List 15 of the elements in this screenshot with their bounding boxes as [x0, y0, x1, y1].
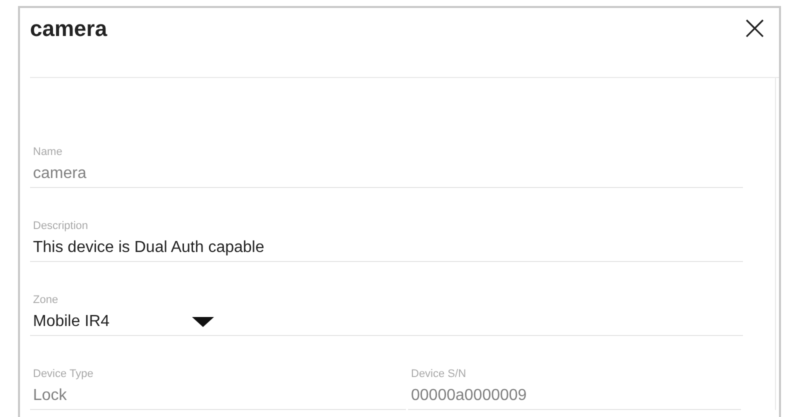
- field-label: Zone: [33, 294, 58, 306]
- zone-dropdown[interactable]: Zone Mobile IR4: [30, 287, 743, 336]
- field-value: Lock: [33, 387, 67, 405]
- field-label: Description: [33, 220, 88, 232]
- input-field[interactable]: Description This device is Dual Auth capable: [30, 213, 743, 262]
- dialog-title: camera: [30, 16, 108, 42]
- field-value: This device is Dual Auth capable: [33, 239, 264, 257]
- field-value: 00000a0000009: [411, 387, 527, 405]
- field-value: Mobile IR4: [33, 313, 110, 331]
- field-value: camera: [33, 165, 86, 183]
- field-label: Device Type: [33, 368, 94, 380]
- caret-icon[interactable]: [192, 317, 214, 327]
- field-label: Device S/N: [411, 368, 466, 380]
- close-button[interactable]: ×: [740, 14, 769, 42]
- field-label: Name: [33, 146, 62, 158]
